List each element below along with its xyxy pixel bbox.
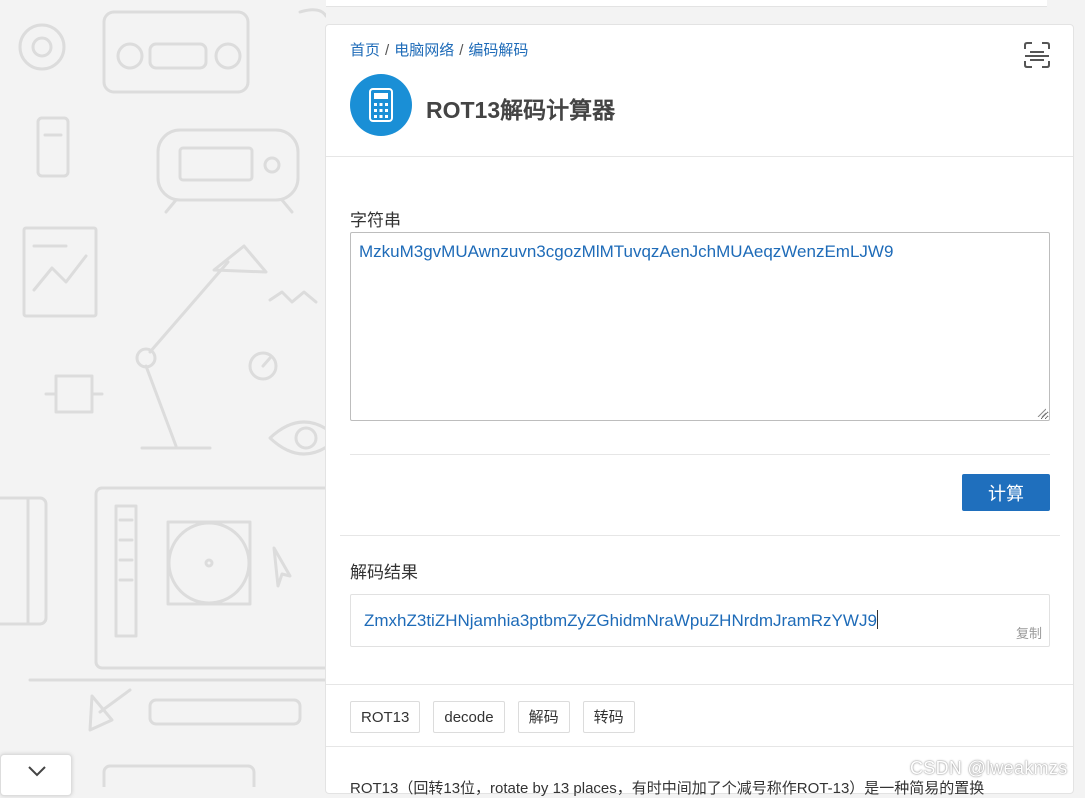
- tag-transcode[interactable]: 转码: [582, 701, 635, 733]
- tag-decode[interactable]: decode: [433, 701, 505, 733]
- background-illustration: [0, 8, 326, 787]
- page-title: ROT13解码计算器: [426, 97, 616, 123]
- calculate-button[interactable]: 计算: [962, 474, 1050, 511]
- top-bar-edge: [326, 0, 1047, 7]
- breadcrumb-subcategory[interactable]: 编码解码: [468, 42, 528, 59]
- input-label: 字符串: [350, 211, 401, 230]
- scan-icon[interactable]: [1023, 41, 1051, 69]
- result-field[interactable]: ZmxhZ3tiZHNjamhia3ptbmZyZGhidmNraWpuZHNr…: [350, 594, 1050, 647]
- result-value: ZmxhZ3tiZHNjamhia3ptbmZyZGhidmNraWpuZHNr…: [364, 610, 878, 630]
- tags-top-divider: [326, 684, 1073, 685]
- result-divider: [340, 535, 1060, 536]
- watermark: CSDN @lweakmzs: [910, 758, 1068, 778]
- result-label: 解码结果: [350, 563, 418, 582]
- breadcrumb-separator: /: [385, 42, 390, 59]
- breadcrumb-separator: /: [459, 42, 464, 59]
- copy-button[interactable]: 复制: [1016, 623, 1042, 642]
- tag-rot13[interactable]: ROT13: [350, 701, 421, 733]
- calculator-icon: [350, 74, 412, 136]
- breadcrumb-category[interactable]: 电脑网络: [394, 42, 454, 59]
- breadcrumb: 首页 / 电脑网络 / 编码解码: [350, 39, 528, 60]
- collapse-button[interactable]: [0, 754, 72, 796]
- chevron-down-icon: [28, 766, 46, 777]
- tag-decode-cn[interactable]: 解码: [517, 701, 570, 733]
- breadcrumb-home[interactable]: 首页: [350, 42, 380, 59]
- calculator-card: 首页 / 电脑网络 / 编码解码 ROT13解码计算器 字符串 MzkuM3gvMUAw…: [325, 24, 1074, 797]
- tags-bottom-divider: [326, 746, 1073, 747]
- form-divider: [350, 454, 1050, 455]
- string-input[interactable]: MzkuM3gvMUAwnzuvn3cgozMlMTuvqzAenJchMUAe…: [350, 232, 1050, 421]
- description-text: ROT13（回转13位，rotate by 13 places，有时中间加了个减…: [350, 780, 985, 797]
- resize-handle-icon[interactable]: [1036, 407, 1046, 417]
- tag-list: ROT13 decode 解码 转码: [350, 701, 635, 733]
- header-divider: [326, 156, 1073, 157]
